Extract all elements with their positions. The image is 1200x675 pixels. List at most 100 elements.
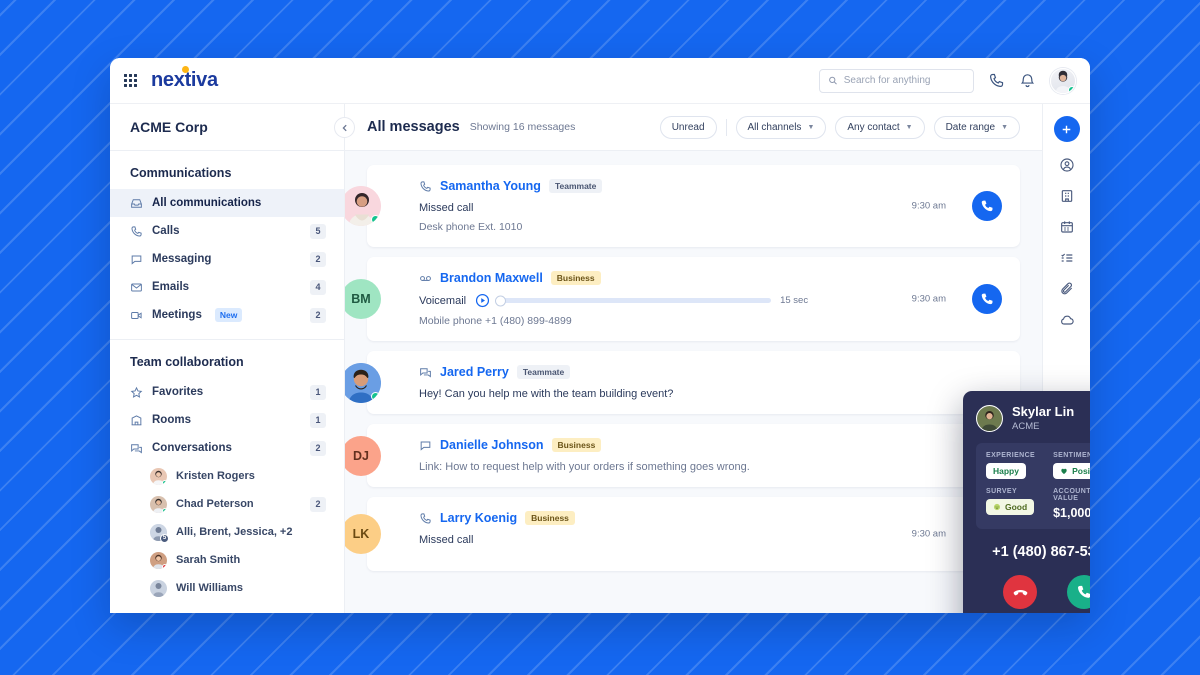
avatar-image	[153, 582, 164, 597]
filter-any-contact[interactable]: Any contact ▼	[835, 115, 925, 139]
message-list: Samantha Young Teammate Missed call Desk…	[345, 151, 1042, 613]
slider-handle[interactable]	[495, 295, 507, 306]
avatar-group: 5	[150, 523, 169, 543]
table-row[interactable]: Samantha Young Teammate Missed call Desk…	[345, 165, 1020, 247]
org-row: ACME Corp	[110, 104, 344, 151]
message-header: Larry Koenig Business	[419, 511, 1002, 525]
table-row[interactable]: Jared Perry Teammate Hey! Can you help m…	[345, 351, 1020, 414]
decline-call-button[interactable]	[1003, 575, 1037, 609]
sidebar-collapse-button[interactable]	[334, 117, 355, 138]
search-icon	[829, 76, 837, 85]
badge-label: Positive	[1072, 466, 1090, 476]
sidebar-item-favorites[interactable]: Favorites 1	[110, 378, 344, 406]
avatar-initials: LK	[352, 527, 370, 541]
list-item-label: Kristen Rogers	[176, 470, 255, 482]
status-badge: Teammate	[548, 179, 603, 193]
filter-unread[interactable]: Unread	[659, 115, 717, 139]
add-button[interactable]	[1053, 116, 1080, 142]
nextiva-logo[interactable]: nextiva	[151, 66, 218, 92]
message-primary-text: Link: How to request help with your orde…	[419, 461, 750, 473]
list-item[interactable]: 5 Alli, Brent, Jessica, +2	[110, 518, 344, 546]
sidebar-item-calls[interactable]: Calls 5	[110, 217, 344, 245]
sidebar-item-messaging[interactable]: Messaging 2	[110, 245, 344, 273]
status-dot	[1068, 85, 1075, 93]
tasks-icon[interactable]	[1059, 250, 1075, 266]
accept-call-button[interactable]	[1067, 575, 1090, 609]
status-dot	[371, 391, 380, 401]
message-secondary-text: Mobile phone +1 (480) 899-4899	[419, 315, 572, 327]
list-item-label: Chad Peterson	[176, 498, 254, 510]
contact-name[interactable]: Brandon Maxwell	[440, 271, 543, 285]
app-window: nextiva Search for anything ACME Corp Co…	[110, 58, 1090, 613]
list-item[interactable]: Sarah Smith	[110, 546, 344, 574]
filter-all-channels[interactable]: All channels ▼	[735, 115, 827, 139]
sidebar-item-emails[interactable]: Emails 4	[110, 273, 344, 301]
list-item[interactable]: Kristen Rogers	[110, 462, 344, 490]
phone-icon	[420, 180, 431, 191]
voicemail-progress-slider[interactable]	[495, 295, 772, 306]
sidebar-item-label: Favorites	[152, 386, 204, 398]
sidebar-item-count: 2	[310, 440, 326, 456]
phone-icon	[1077, 585, 1090, 598]
search-input[interactable]	[843, 75, 965, 86]
chevron-down-icon: ▼	[1001, 123, 1008, 131]
table-row[interactable]: BM Brandon Maxwell Business Voicemail 15…	[345, 257, 1020, 341]
contact-name[interactable]: Larry Koenig	[440, 511, 517, 525]
survey-badge: Good	[986, 499, 1035, 515]
contact-name[interactable]: Samantha Young	[440, 179, 541, 193]
sidebar-item-conversations[interactable]: Conversations 2	[110, 434, 344, 462]
chat-bubble-icon	[420, 440, 431, 451]
play-icon[interactable]	[475, 293, 490, 308]
chevron-left-icon	[341, 124, 347, 131]
avatar: BM	[345, 279, 381, 319]
sidebar-item-label: Meetings	[152, 309, 202, 321]
sidebar-item-count: 4	[310, 279, 326, 295]
avatar	[150, 467, 167, 485]
grid-apps-icon[interactable]	[124, 74, 137, 87]
calendar-icon[interactable]	[1059, 219, 1075, 235]
sidebar-item-label: Rooms	[152, 414, 191, 426]
account-value-field: ACCOUNT VALUE $1,000/month	[1053, 488, 1090, 520]
table-row[interactable]: DJ Danielle Johnson Business Link: How t…	[345, 424, 1020, 487]
filter-bar: Unread All channels ▼ Any contact ▼ Date…	[659, 115, 1020, 139]
paperclip-icon[interactable]	[1059, 281, 1075, 297]
chevron-down-icon: ▼	[905, 123, 913, 131]
sidebar-item-meetings[interactable]: Meetings New 2	[110, 301, 344, 329]
envelope-icon	[131, 282, 142, 292]
list-item-label: Sarah Smith	[176, 554, 241, 566]
sidebar-item-label: Conversations	[152, 442, 232, 454]
sidebar-item-all-communications[interactable]: All communications	[110, 189, 344, 217]
avatar	[150, 579, 167, 597]
sidebar: ACME Corp Communications All communicati…	[110, 104, 355, 613]
search-box[interactable]	[819, 68, 974, 93]
list-item[interactable]: Chad Peterson 2	[110, 490, 344, 518]
section-title-communications: Communications	[130, 166, 232, 180]
avatar	[976, 404, 1003, 432]
cloud-icon[interactable]	[1059, 312, 1075, 328]
sentiment-badge: Positive	[1053, 463, 1090, 479]
sidebar-item-rooms[interactable]: Rooms 1	[110, 406, 344, 434]
contact-name[interactable]: Jared Perry	[440, 365, 509, 379]
status-badge: Business	[525, 511, 575, 525]
message-header: Jared Perry Teammate	[419, 365, 1002, 379]
call-button[interactable]	[972, 284, 1002, 314]
phone-icon[interactable]	[988, 72, 1005, 89]
caller-org: ACME	[1012, 421, 1040, 432]
building-icon[interactable]	[1059, 188, 1075, 204]
experience-field: EXPERIENCE Happy	[986, 452, 1047, 480]
phone-icon	[981, 200, 993, 212]
caller-name: Skylar Lin	[1012, 404, 1075, 419]
message-list-panel: All messages Showing 16 messages Unread …	[345, 104, 1042, 613]
new-badge: New	[214, 308, 243, 322]
avatar[interactable]	[1050, 67, 1076, 94]
list-header: All messages Showing 16 messages Unread …	[345, 104, 1042, 151]
call-button[interactable]	[972, 191, 1002, 221]
table-row[interactable]: LK Larry Koenig Business Missed call 9:3…	[345, 497, 1020, 571]
bell-icon[interactable]	[1019, 72, 1036, 89]
voicemail-icon	[420, 275, 431, 281]
filter-date-range[interactable]: Date range ▼	[933, 115, 1020, 139]
list-item[interactable]: Will Williams	[110, 574, 344, 602]
org-name: ACME Corp	[130, 119, 208, 135]
contact-name[interactable]: Danielle Johnson	[440, 438, 544, 452]
contact-circle-icon[interactable]	[1059, 157, 1075, 173]
